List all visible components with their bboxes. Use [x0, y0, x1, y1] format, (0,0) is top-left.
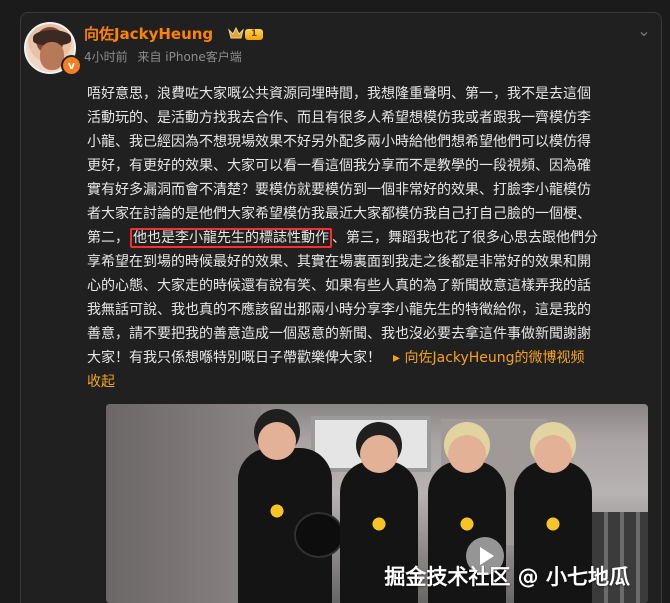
- content-suffix: 、第三，舞蹈我也花了很多心思去跟他們分: [332, 230, 598, 246]
- post-content: 唔好意思，浪費咗大家嘅公共資源同埋時間，我想隆重聲明、第一，我不是去這個 活動玩…: [87, 82, 627, 394]
- post-meta: 4小时前 来自 iPhone客户端: [84, 49, 248, 65]
- content-line: 心的心態、大家走的時候還有說有笑、如果有些人真的為了新聞故意這樣弄我的話: [87, 278, 591, 294]
- content-prefix: 第二，: [87, 230, 129, 246]
- final-content-line: 大家！有我只係想喺特別嘅日子帶歡樂俾大家！ ▸ 向佐JackyHeung的微博视频: [87, 346, 627, 370]
- highlighted-content-line: 第二， 他也是李小龍先生的標誌性動作 、第三，舞蹈我也花了很多心思去跟他們分: [87, 226, 627, 250]
- content-line: 享希望在到場的時候最好的效果、其實在場裏面到我走之後都是非常好的效果和開: [87, 254, 591, 270]
- video-watermark: 掘金技术社区 @ 小七地瓜: [384, 565, 630, 589]
- crown-icon: [228, 26, 244, 39]
- post-source: 来自 iPhone客户端: [137, 50, 242, 64]
- content-line: 我無話可說、我也真的不應該留出那兩小時分享李小龍先生的特徵給你，這是我的: [87, 302, 591, 318]
- chevron-down-icon[interactable]: ⌄: [636, 23, 652, 41]
- content-line: 實有好多漏洞而會不清楚？要模仿就要模仿到一個非常好的效果、打臉李小龍模仿: [87, 182, 591, 198]
- content-line: 善意，請不要把我的善意造成一個惡意的新聞、我也沒必要去拿這件事做新聞謝謝: [87, 326, 591, 342]
- content-line: 更好，有更好的效果、大家可以看一看這個我分享而不是教學的一段視頻、因為確: [87, 158, 591, 174]
- collapse-link[interactable]: 收起: [87, 370, 627, 394]
- video-link-text[interactable]: 向佐JackyHeung的微博视频: [404, 350, 584, 366]
- video-link[interactable]: ▸ 向佐JackyHeung的微博视频: [393, 350, 585, 366]
- highlighted-text: 他也是李小龍先生的標誌性動作: [130, 228, 332, 248]
- verified-badge: v: [61, 55, 82, 76]
- content-line: 者大家在討論的是他們大家希望模仿我最近大家都模仿我自己打自己臉的一個梗、: [87, 206, 591, 222]
- content-line: 唔好意思，浪費咗大家嘅公共資源同埋時間，我想隆重聲明、第一，我不是去這個: [87, 86, 591, 102]
- content-line: 小龍、我已經因為不想現場效果不好另外配多兩小時給他們想希望他們可以模仿得: [87, 134, 591, 150]
- content-end: 大家！有我只係想喺特別嘅日子帶歡樂俾大家！: [87, 350, 381, 366]
- post-time[interactable]: 4小时前: [84, 50, 128, 64]
- content-line: 活動玩的、是活動方找我去合作、而且有很多人希望想模仿我或者跟我一齊模仿李: [87, 110, 591, 126]
- level-badge: 1: [245, 29, 263, 40]
- video-thumbnail[interactable]: 掘金技术社区 @ 小七地瓜: [106, 404, 648, 603]
- author-name[interactable]: 向佐JackyHeung: [84, 24, 213, 44]
- hat: [294, 512, 344, 558]
- weibo-page: v 向佐JackyHeung 1 4小时前 来自 iPhone客户端 ⌄ 唔好意…: [0, 0, 670, 603]
